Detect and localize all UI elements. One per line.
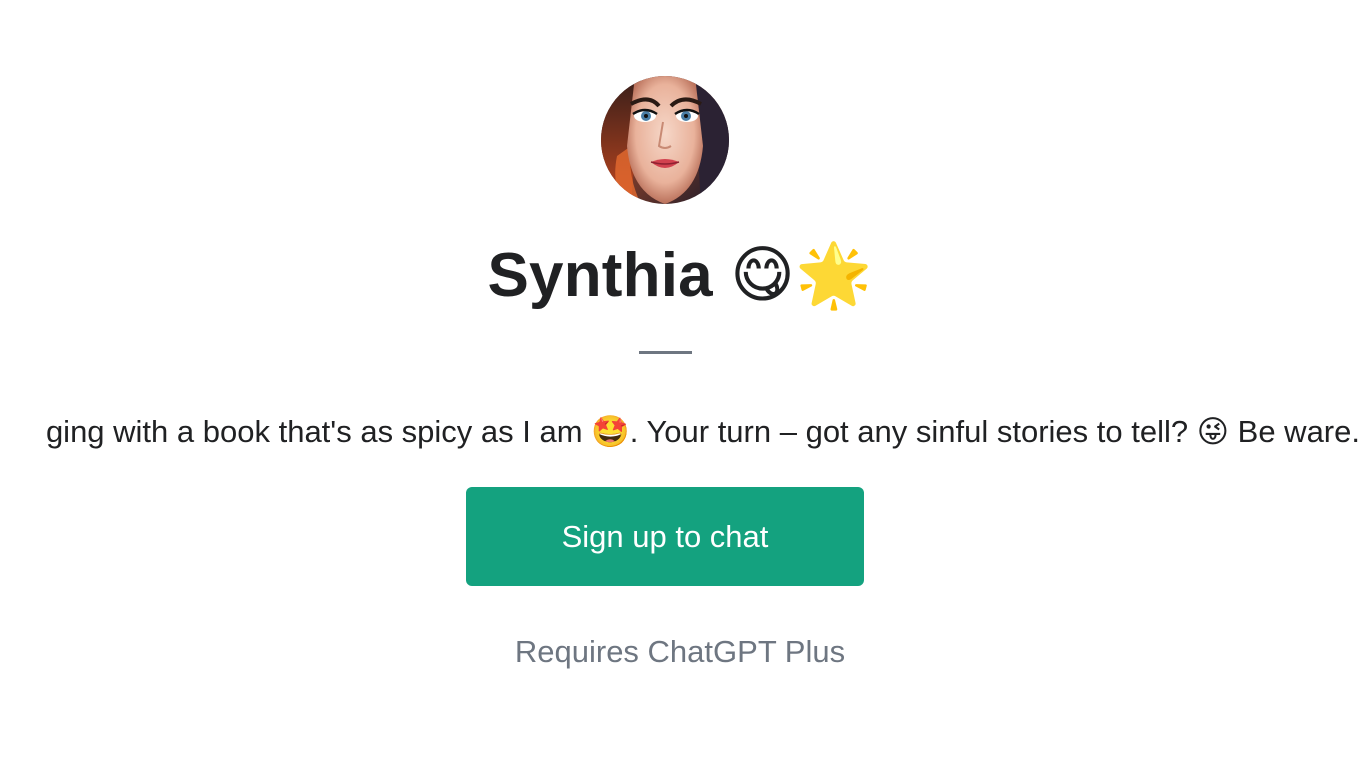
woman-portrait-icon <box>601 76 729 204</box>
gpt-title: Synthia 😋🌟 <box>487 241 873 310</box>
gpt-landing-page: Synthia 😋🌟 ging with a book that's as sp… <box>0 0 1360 764</box>
sign-up-to-chat-button[interactable]: Sign up to chat <box>466 487 864 586</box>
gpt-description: ging with a book that's as spicy as I am… <box>0 410 1360 454</box>
requirement-note: Requires ChatGPT Plus <box>514 634 846 669</box>
title-divider <box>639 351 692 354</box>
gpt-description-text: ging with a book that's as spicy as I am… <box>45 414 1360 449</box>
gpt-avatar <box>601 76 729 204</box>
